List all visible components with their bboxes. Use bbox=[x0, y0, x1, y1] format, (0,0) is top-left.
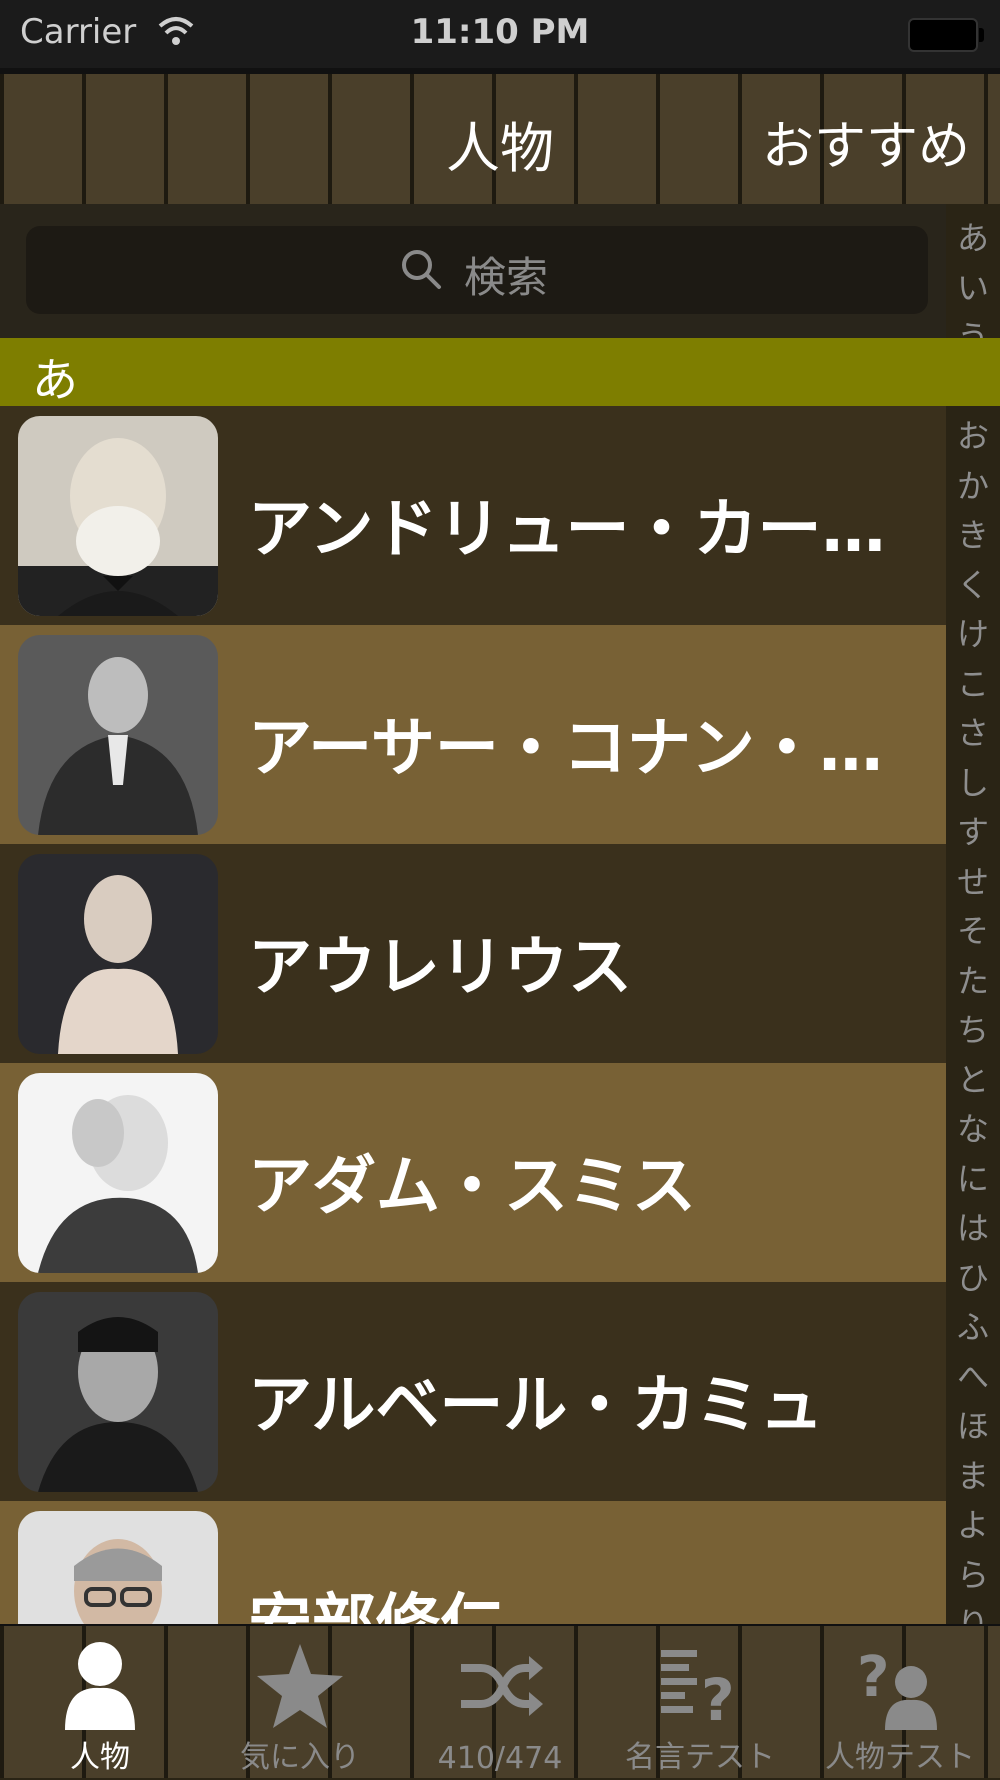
index-letter[interactable]: ひ bbox=[946, 1254, 1000, 1304]
index-letter[interactable]: へ bbox=[946, 1353, 1000, 1403]
search-area: 検索 bbox=[0, 204, 946, 338]
recommend-button[interactable]: おすすめ bbox=[762, 104, 970, 179]
index-letter[interactable]: な bbox=[946, 1105, 1000, 1155]
avatar bbox=[18, 416, 218, 616]
svg-text:?: ? bbox=[701, 1666, 735, 1734]
svg-text:?: ? bbox=[857, 1645, 889, 1710]
list-item[interactable]: アンドリュー・カーネギー bbox=[0, 406, 946, 625]
tab-label: 気に入り bbox=[240, 1740, 360, 1775]
index-letter[interactable]: に bbox=[946, 1155, 1000, 1205]
index-letter[interactable]: ほ bbox=[946, 1402, 1000, 1452]
shuffle-icon bbox=[461, 1656, 543, 1716]
index-letter[interactable]: し bbox=[946, 759, 1000, 809]
index-letter[interactable]: せ bbox=[946, 858, 1000, 908]
index-letter[interactable]: こ bbox=[946, 660, 1000, 710]
index-letter[interactable]: す bbox=[946, 808, 1000, 858]
tab-quote-test[interactable]: ? 名言テスト bbox=[600, 1626, 800, 1780]
list-item[interactable]: 安部修仁 bbox=[0, 1501, 946, 1624]
tab-person-test[interactable]: ? 人物テスト bbox=[800, 1626, 1000, 1780]
text-quiz-icon: ? bbox=[661, 1650, 735, 1734]
battery-icon bbox=[908, 18, 984, 52]
tab-label: 名言テスト bbox=[625, 1740, 775, 1775]
person-name: アダム・スミス bbox=[248, 1150, 696, 1224]
person-name: アウレリウス bbox=[248, 931, 632, 1005]
tab-people[interactable]: 人物 bbox=[0, 1626, 200, 1780]
status-bar: Carrier 11:10 PM bbox=[0, 0, 1000, 68]
person-name: アーサー・コナン・ドイル bbox=[248, 712, 938, 786]
tab-label: 人物テスト bbox=[825, 1740, 975, 1775]
navigation-bar: 人物 おすすめ bbox=[0, 68, 1000, 204]
index-letter[interactable]: お bbox=[946, 412, 1000, 462]
search-placeholder: 検索 bbox=[463, 253, 548, 302]
index-letter[interactable]: た bbox=[946, 957, 1000, 1007]
avatar bbox=[18, 635, 218, 835]
index-letter[interactable]: き bbox=[946, 511, 1000, 561]
list-item[interactable]: アダム・スミス bbox=[0, 1063, 946, 1282]
index-letter[interactable]: け bbox=[946, 610, 1000, 660]
tab-bar: 人物 気に入り 410/474 ? 名言テスト ? 人物テスト bbox=[0, 1624, 1000, 1778]
index-letter[interactable]: そ bbox=[946, 907, 1000, 957]
list-item[interactable]: アーサー・コナン・ドイル bbox=[0, 625, 946, 844]
section-index[interactable]: あいうえおかきくけこさしすせそたちとなにはひふへほまよらりれ bbox=[946, 204, 1000, 1693]
index-letter[interactable]: く bbox=[946, 561, 1000, 611]
tab-shuffle[interactable]: 410/474 bbox=[400, 1626, 600, 1780]
search-input[interactable]: 検索 bbox=[26, 226, 928, 314]
star-icon bbox=[257, 1644, 343, 1728]
person-quiz-icon: ? bbox=[857, 1645, 937, 1730]
person-name: アルベール・カミュ bbox=[248, 1369, 824, 1443]
index-letter[interactable]: ら bbox=[946, 1551, 1000, 1601]
tab-label: 人物 bbox=[70, 1740, 130, 1775]
list-item[interactable]: アウレリウス bbox=[0, 844, 946, 1063]
avatar bbox=[18, 1292, 218, 1492]
index-letter[interactable]: ふ bbox=[946, 1303, 1000, 1353]
tab-label: 410/474 bbox=[437, 1741, 563, 1776]
section-title: あ bbox=[32, 353, 78, 407]
index-letter[interactable]: あ bbox=[946, 214, 1000, 264]
index-letter[interactable]: と bbox=[946, 1056, 1000, 1106]
index-letter[interactable]: か bbox=[946, 462, 1000, 512]
tab-favorites[interactable]: 気に入り bbox=[200, 1626, 400, 1780]
clock: 11:10 PM bbox=[410, 12, 590, 52]
index-letter[interactable]: さ bbox=[946, 709, 1000, 759]
index-letter[interactable]: よ bbox=[946, 1501, 1000, 1551]
index-letter[interactable]: い bbox=[946, 264, 1000, 314]
person-name: 安部修仁 bbox=[248, 1573, 938, 1624]
person-name: アンドリュー・カーネギー bbox=[248, 493, 938, 567]
person-icon bbox=[65, 1642, 135, 1730]
list-item[interactable]: アルベール・カミュ bbox=[0, 1282, 946, 1501]
index-letter[interactable]: は bbox=[946, 1204, 1000, 1254]
avatar bbox=[18, 854, 218, 1054]
avatar bbox=[18, 1511, 218, 1624]
section-header: あ bbox=[0, 338, 1000, 407]
index-letter[interactable]: ち bbox=[946, 1006, 1000, 1056]
people-list: アンドリュー・カーネギー アーサー・コナン・ドイル アウレリウス アダム・スミス… bbox=[0, 406, 946, 1624]
avatar bbox=[18, 1073, 218, 1273]
index-letter[interactable]: ま bbox=[946, 1452, 1000, 1502]
